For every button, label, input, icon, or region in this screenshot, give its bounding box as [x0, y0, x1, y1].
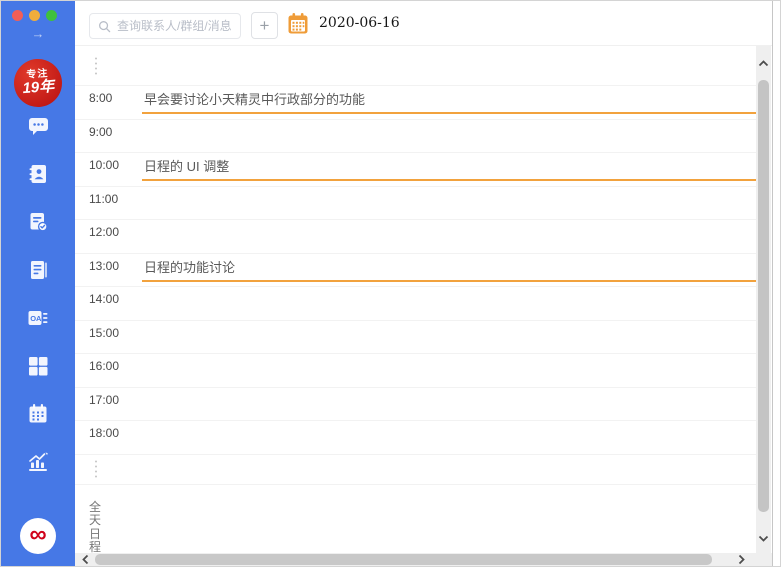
hour-row[interactable]: 14:00	[75, 287, 756, 321]
hour-label: 10:00	[89, 158, 120, 172]
minimize-window-button[interactable]	[29, 10, 40, 21]
scroll-up-icon[interactable]	[756, 56, 771, 70]
brand-logo[interactable]: ∞	[20, 518, 56, 554]
sidebar-footer: ∞	[20, 518, 56, 554]
hour-row[interactable]: 15:00	[75, 321, 756, 354]
vertical-ellipsis-icon	[95, 57, 97, 74]
chat-icon	[29, 118, 48, 135]
later-hours-indicator[interactable]	[75, 455, 756, 485]
hour-label: 13:00	[89, 258, 120, 273]
contacts-icon	[29, 165, 46, 183]
app-window: → 专注 19年 OA ∞ 查询联系人/群组/消息 + 2020-06-16 8…	[0, 0, 781, 567]
hour-row[interactable]: 12:00	[75, 220, 756, 254]
hour-row[interactable]: 13:00 日程的功能讨论	[75, 254, 756, 287]
hour-row[interactable]: 9:00	[75, 120, 756, 153]
sidebar-item-stats[interactable]	[1, 438, 75, 486]
maximize-window-button[interactable]	[46, 10, 57, 21]
current-date: 2020-06-16	[319, 15, 400, 31]
search-input[interactable]	[117, 19, 232, 33]
earlier-hours-indicator[interactable]	[75, 46, 756, 86]
sidebar-item-tasks[interactable]	[1, 198, 75, 246]
horizontal-scrollbar[interactable]	[75, 553, 772, 566]
all-day-section[interactable]: 全天日程	[75, 485, 756, 553]
sidebar-expand-arrow-icon[interactable]: →	[1, 26, 75, 41]
add-button[interactable]: +	[251, 12, 278, 39]
hour-row[interactable]: 18:00	[75, 421, 756, 455]
hour-label: 14:00	[89, 292, 120, 306]
notebook-icon	[31, 261, 47, 279]
scroll-left-icon[interactable]	[78, 553, 92, 566]
calendar-icon	[29, 404, 47, 423]
hour-label: 16:00	[89, 359, 120, 373]
sidebar-item-apps[interactable]	[1, 342, 75, 390]
all-day-label: 全天日程	[89, 499, 102, 553]
sidebar-item-oa[interactable]: OA	[1, 294, 75, 342]
search-icon	[99, 20, 111, 32]
hour-label: 9:00	[89, 124, 113, 139]
window-controls	[12, 10, 57, 21]
schedule-event[interactable]: 早会要讨论小天精灵中行政部分的功能	[142, 92, 756, 114]
chart-icon	[29, 452, 48, 471]
sidebar-nav: OA	[1, 102, 75, 486]
sidebar-item-contacts[interactable]	[1, 150, 75, 198]
date-picker-calendar-icon[interactable]	[287, 12, 309, 35]
schedule-event[interactable]: 日程的功能讨论	[142, 260, 756, 282]
avatar-text-bottom: 19年	[21, 78, 55, 98]
hour-row[interactable]: 17:00	[75, 388, 756, 421]
avatar[interactable]: 专注 19年	[12, 57, 64, 109]
topbar: + 2020-06-16	[75, 1, 772, 46]
scroll-right-icon[interactable]	[734, 553, 748, 566]
hour-row[interactable]: 11:00	[75, 187, 756, 220]
hour-label: 12:00	[89, 225, 120, 239]
day-schedule: 8:00 早会要讨论小天精灵中行政部分的功能 9:00 10:00 日程的 UI 调整 1…	[75, 46, 756, 553]
close-window-button[interactable]	[12, 10, 23, 21]
infinity-icon: ∞	[29, 520, 47, 548]
horizontal-scrollbar-thumb[interactable]	[95, 554, 712, 565]
vertical-scrollbar[interactable]	[756, 46, 771, 553]
window-right-edge	[772, 1, 780, 566]
sidebar: → 专注 19年 OA ∞	[1, 1, 75, 566]
grid-icon	[29, 357, 48, 376]
hour-row[interactable]: 16:00	[75, 354, 756, 388]
hour-label: 15:00	[89, 325, 120, 340]
sidebar-item-calendar[interactable]	[1, 390, 75, 438]
schedule-event[interactable]: 日程的 UI 调整	[142, 159, 756, 181]
hour-row[interactable]: 10:00 日程的 UI 调整	[75, 153, 756, 187]
hour-row[interactable]: 8:00 早会要讨论小天精灵中行政部分的功能	[75, 86, 756, 120]
vertical-scrollbar-thumb[interactable]	[758, 80, 769, 512]
sidebar-item-messages[interactable]	[1, 102, 75, 150]
oa-icon-label: OA	[30, 314, 42, 323]
hour-label: 11:00	[89, 191, 119, 206]
hour-label: 18:00	[89, 426, 120, 440]
search-box[interactable]	[89, 13, 241, 39]
oa-icon: OA	[28, 311, 48, 325]
sidebar-item-notes[interactable]	[1, 246, 75, 294]
vertical-ellipsis-icon	[95, 460, 97, 478]
hour-rows: 8:00 早会要讨论小天精灵中行政部分的功能 9:00 10:00 日程的 UI 调整 1…	[75, 86, 756, 455]
hour-label: 8:00	[89, 91, 113, 105]
scroll-down-icon[interactable]	[756, 531, 771, 545]
task-icon	[30, 213, 48, 232]
hour-label: 17:00	[89, 392, 120, 407]
